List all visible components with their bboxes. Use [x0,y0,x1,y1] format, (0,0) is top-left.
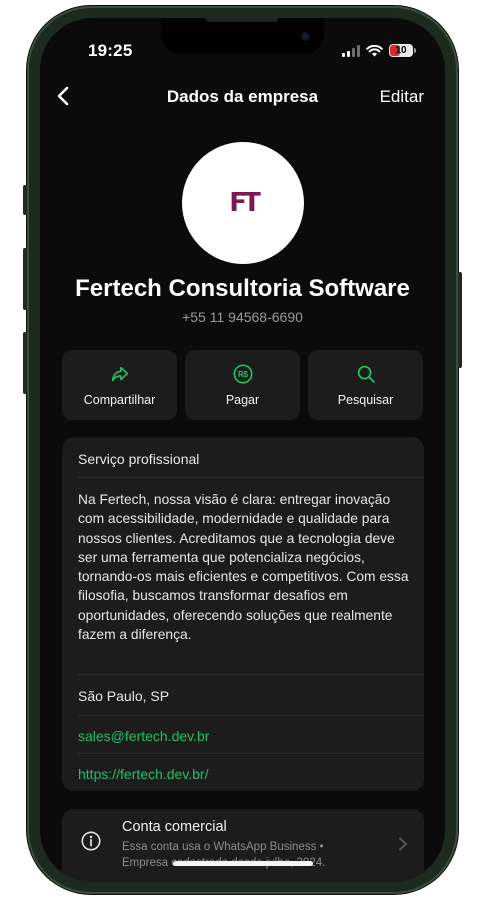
battery-icon: 10 [389,44,416,57]
share-label: Compartilhar [83,393,156,407]
edit-button[interactable]: Editar [380,87,424,107]
avatar[interactable]: FT [182,142,304,264]
business-category: Serviço profissional [78,451,200,467]
share-button[interactable]: Compartilhar [62,350,177,420]
side-button-silent [23,185,27,215]
status-time: 19:25 [88,41,133,60]
company-name: Fertech Consultoria Software [75,275,410,302]
dynamic-island [161,18,324,54]
company-phone: +55 11 94568-6690 [182,309,303,325]
company-logo: FT [229,188,260,218]
pay-label: Pagar [225,393,260,407]
business-location[interactable]: São Paulo, SP [78,688,169,704]
battery-level: 10 [395,45,407,56]
business-account-card[interactable]: Conta comercial Essa conta usa o WhatsAp… [62,809,424,882]
business-description: Na Fertech, nossa visão é clara: entrega… [78,492,409,643]
business-website-link[interactable]: https://fertech.dev.br/ [78,766,208,782]
home-indicator[interactable] [173,861,313,866]
nav-bar: Dados da empresa Editar [40,84,445,108]
account-title: Conta comercial [122,819,227,835]
screen: 19:25 10 Dados da empresa Editar FT Fert… [40,18,445,882]
search-button[interactable]: Pesquisar [308,350,423,420]
chevron-right-icon [399,837,408,851]
divider [78,674,424,675]
share-icon [111,366,128,382]
divider [78,715,424,716]
side-button-volume-up [23,248,27,310]
speaker-grill [206,18,278,22]
search-icon [357,365,375,383]
divider [78,753,424,754]
status-icons: 10 [342,44,416,57]
side-button-power [458,272,462,368]
business-info-card: Serviço profissional Na Fertech, nossa v… [62,437,424,791]
info-icon [81,831,101,851]
svg-text:R$: R$ [238,370,249,379]
signal-icon [342,44,360,57]
pay-icon: R$ [232,364,253,384]
side-button-volume-down [23,332,27,394]
business-email-link[interactable]: sales@fertech.dev.br [78,728,209,744]
camera-icon [301,32,310,41]
action-row: Compartilhar R$ Pagar Pesquisar [62,350,423,420]
wifi-icon [366,44,383,56]
search-label: Pesquisar [337,393,394,407]
divider [78,477,424,478]
pay-button[interactable]: R$ Pagar [185,350,300,420]
account-subtitle: Essa conta usa o WhatsApp Business • Emp… [122,841,325,869]
